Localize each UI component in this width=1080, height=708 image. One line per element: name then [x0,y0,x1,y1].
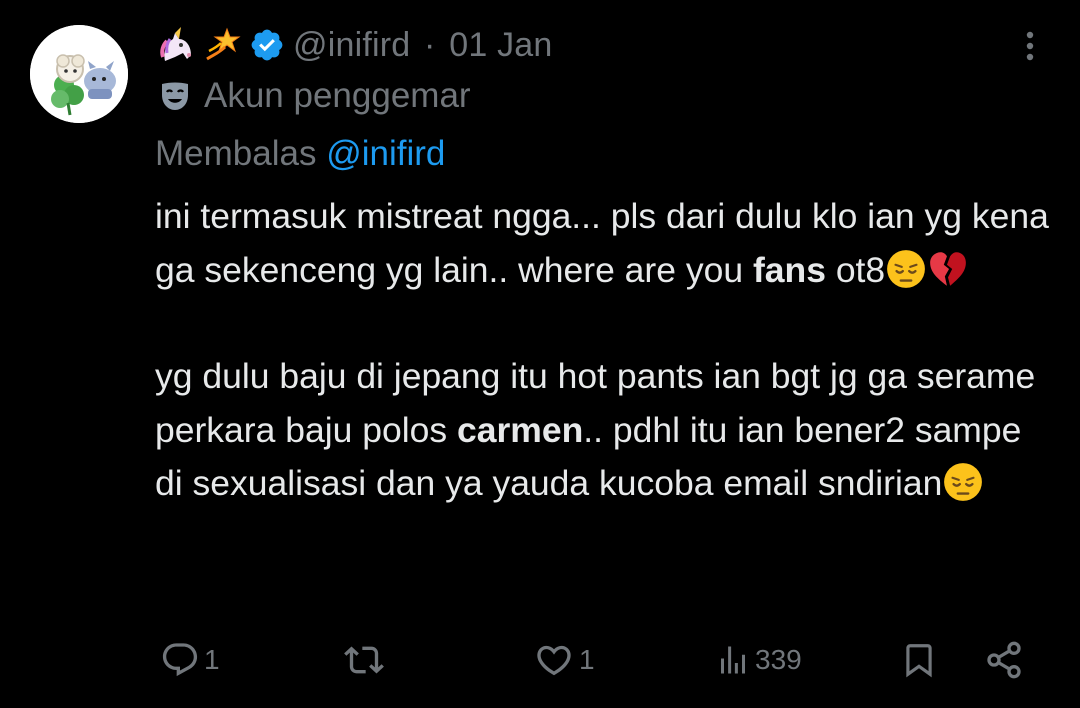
tweet-text: ini termasuk mistreat ngga... pls dari d… [155,190,1055,511]
verified-badge-icon [251,29,283,61]
tweet-bold-text: fans [752,249,826,290]
view-count: 339 [755,644,802,675]
reply-mention-link[interactable]: @inifird [326,134,445,173]
analytics-icon [721,646,745,674]
like-count: 1 [579,644,595,675]
unicorn-emoji [160,27,191,61]
repost-icon [344,646,384,674]
separator: · [424,25,436,64]
pensive-face-emoji [887,249,926,288]
like-button[interactable]: 1 [533,635,595,685]
share-button[interactable] [984,635,1024,685]
reply-icon [162,643,198,677]
pensive-face-emoji [944,463,983,501]
tweet-date[interactable]: 01 Jan [449,26,552,64]
broken-heart-emoji [930,251,967,286]
heart-icon [537,645,571,676]
avatar[interactable] [30,25,128,123]
author-handle[interactable]: @inifird [293,26,410,64]
tweet-actions: 1 1 339 [0,635,1080,685]
tweet-paragraph-1: ini termasuk mistreat ngga... pls dari d… [155,190,1055,297]
views-button[interactable]: 339 [715,635,802,685]
account-label: Akun penggemar [158,76,471,116]
replying-to-prefix: Membalas [155,134,317,173]
more-options-icon[interactable] [1015,28,1045,64]
bookmark-button[interactable] [900,635,938,685]
avatar-illustration [30,25,128,123]
tweet-text-segment: ot8 [825,249,886,290]
repost-button[interactable] [343,635,389,685]
reply-button[interactable]: 1 [160,635,220,685]
reply-count: 1 [204,644,220,675]
tweet-header: @inifird · 01 Jan [157,24,553,66]
share-icon [987,641,1021,679]
bookmark-icon [906,644,932,678]
tweet-paragraph-2: yg dulu baju di jepang itu hot pants ian… [155,350,1055,511]
theater-mask-icon [162,82,188,110]
dizzy-emoji [206,27,241,61]
tweet-bold-text: carmen [456,409,584,450]
account-label-text: Akun penggemar [204,76,471,115]
replying-to: Membalas @inifird [155,134,445,174]
